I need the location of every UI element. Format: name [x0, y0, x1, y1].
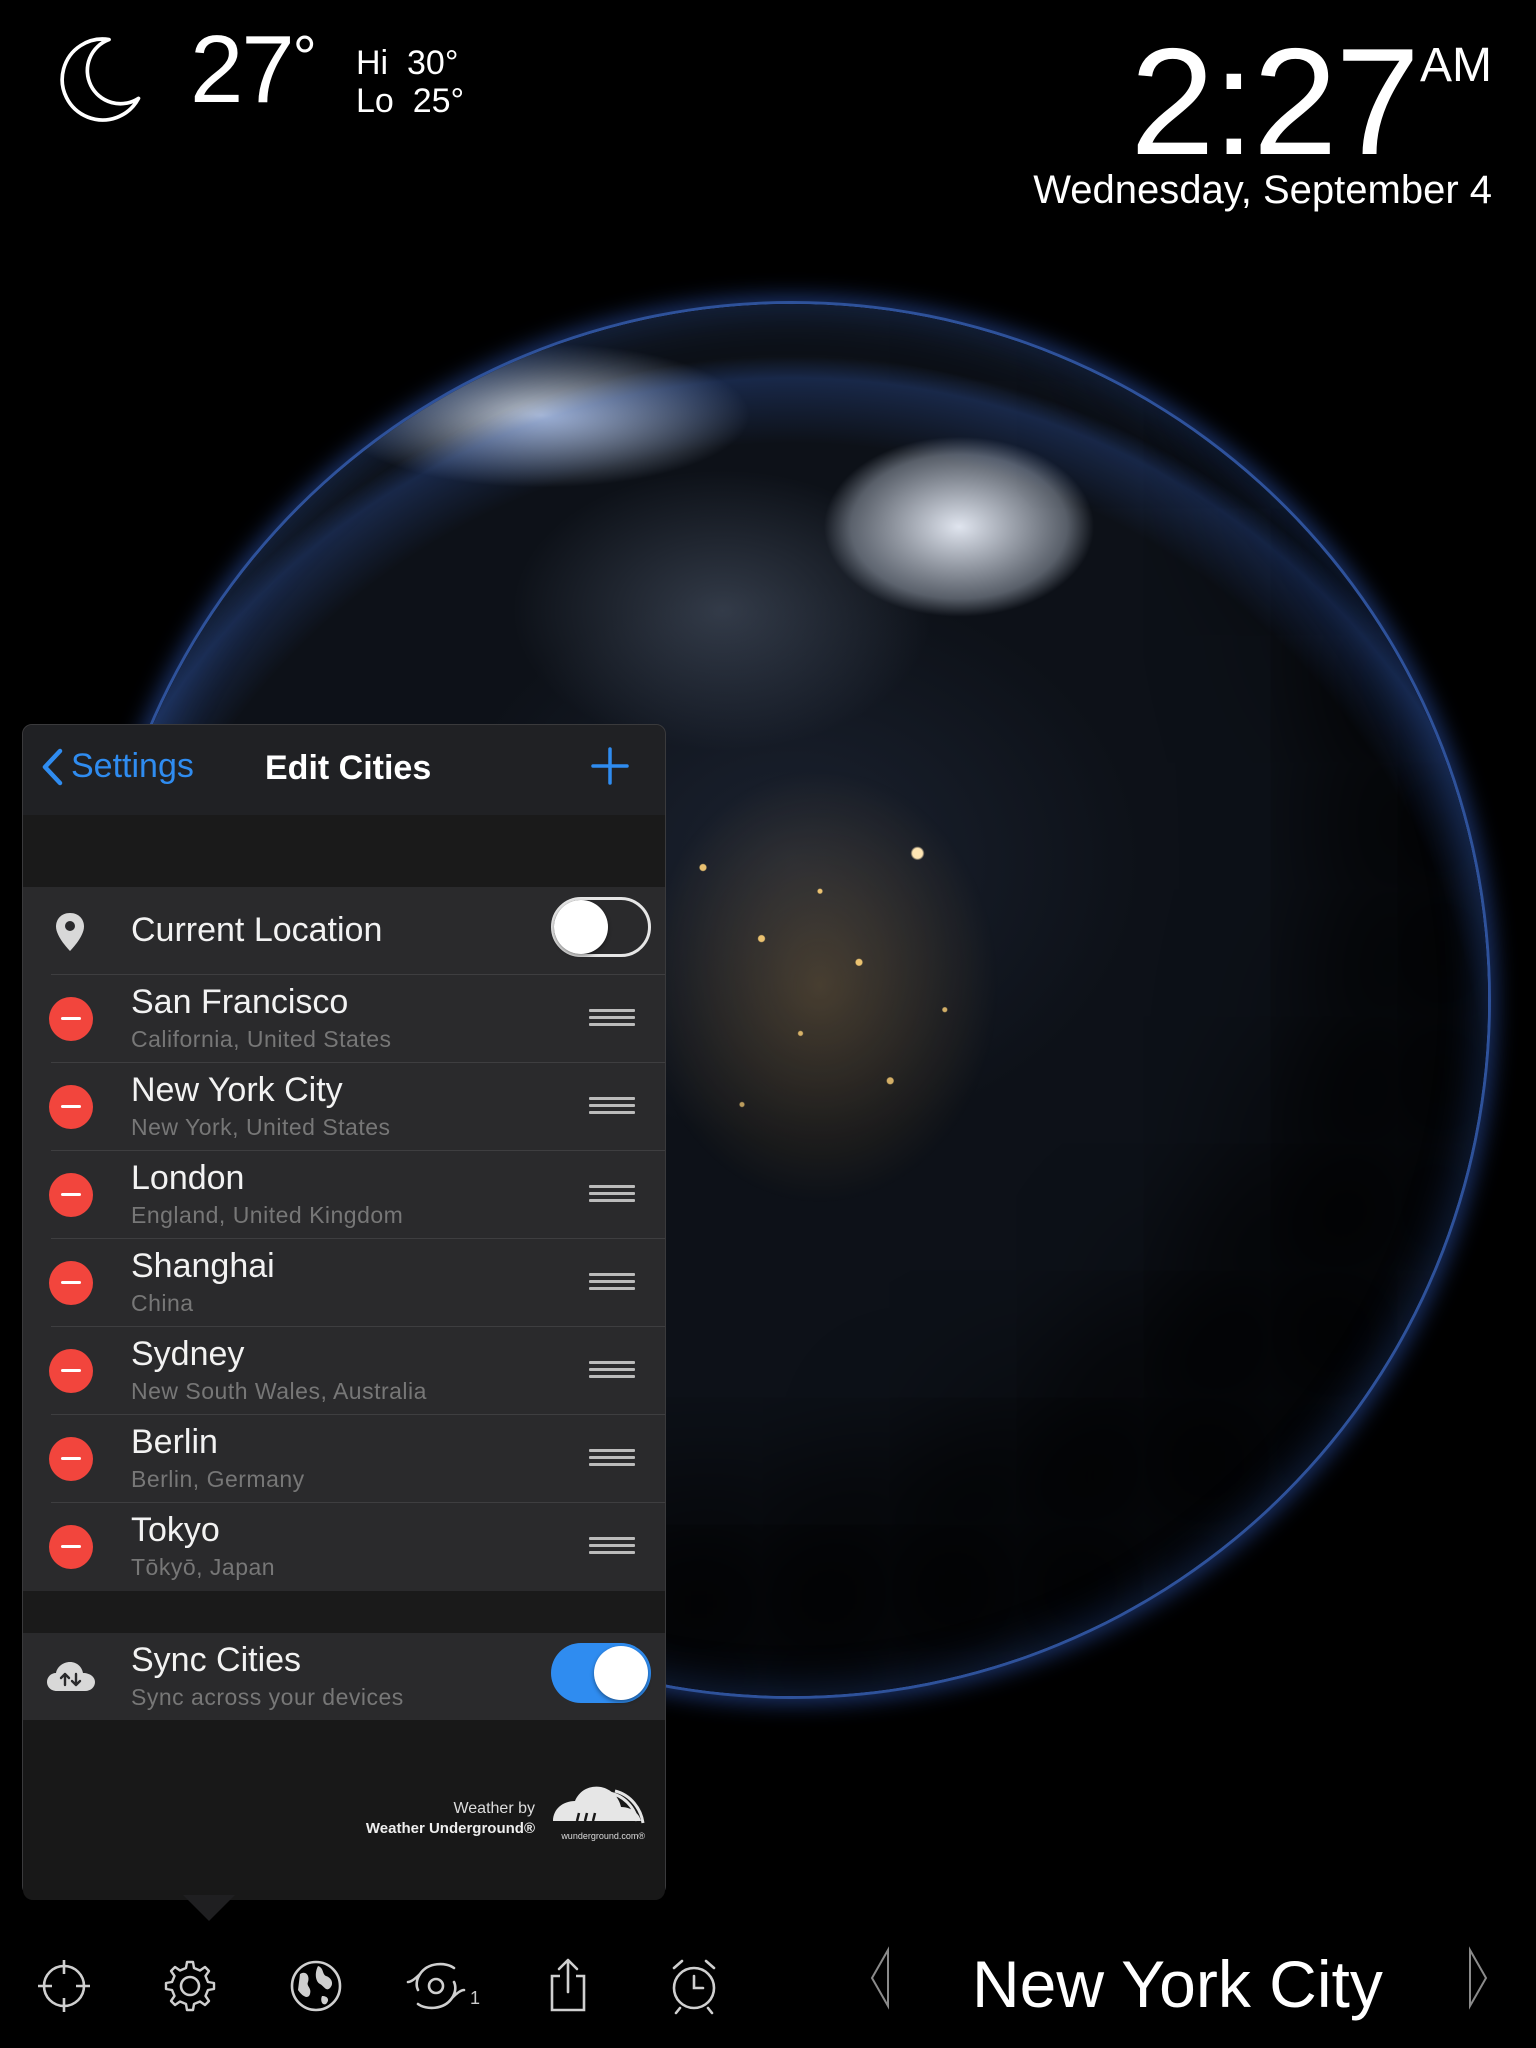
degree-symbol: °	[292, 24, 317, 91]
city-name: London	[131, 1159, 245, 1197]
lo-value: 25°	[412, 82, 465, 120]
crescent-moon-icon	[60, 37, 141, 122]
previous-city-chevron-icon[interactable]	[866, 1946, 894, 2010]
edit-cities-popover: Settings Edit Cities Current Location Sa…	[22, 724, 666, 1921]
credit-line2: Weather Underground®	[365, 1820, 535, 1837]
section-spacer	[23, 1591, 665, 1633]
city-row[interactable]: London England, United Kingdom	[23, 1151, 665, 1239]
clock-ampm: AM	[1420, 39, 1492, 92]
city-row[interactable]: Berlin Berlin, Germany	[23, 1415, 665, 1503]
delete-city-button[interactable]	[49, 1437, 93, 1481]
credit-line1: Weather by	[453, 1800, 535, 1817]
clock-date: Wednesday, September 4	[1033, 168, 1492, 212]
city-region: England, United Kingdom	[131, 1202, 404, 1228]
reorder-handle-icon[interactable]	[589, 1537, 635, 1557]
logo-caption: wunderground.com®	[561, 1831, 645, 1841]
share-icon[interactable]	[538, 1956, 598, 2016]
city-region: Tōkyō, Japan	[131, 1554, 276, 1580]
hi-value: 30°	[407, 44, 459, 82]
credit-text: Weather by Weather Underground®	[366, 1799, 535, 1839]
city-name: San Francisco	[131, 983, 349, 1021]
clock-time: 2:27	[1130, 17, 1420, 187]
city-region: California, United States	[131, 1026, 392, 1052]
current-location-row[interactable]: Current Location	[23, 887, 665, 975]
cloud-sync-icon	[47, 1662, 95, 1691]
location-pin-icon	[56, 913, 84, 951]
current-location-label: Current Location	[131, 911, 383, 949]
section-spacer	[23, 815, 665, 887]
reorder-handle-icon[interactable]	[589, 1273, 635, 1293]
city-row[interactable]: Shanghai China	[23, 1239, 665, 1327]
delete-city-button[interactable]	[49, 1085, 93, 1129]
city-region: China	[131, 1290, 194, 1316]
delete-city-button[interactable]	[49, 1349, 93, 1393]
plus-icon[interactable]	[589, 745, 631, 787]
crosshair-icon[interactable]	[34, 1956, 94, 2016]
city-name: New York City	[131, 1071, 343, 1109]
next-city-chevron-icon[interactable]	[1464, 1946, 1492, 2010]
city-name: Shanghai	[131, 1247, 275, 1285]
reorder-handle-icon[interactable]	[589, 1361, 635, 1381]
current-city-name[interactable]: New York City	[972, 1946, 1383, 2022]
delete-city-button[interactable]	[49, 1261, 93, 1305]
wunderground-logo: wunderground.com®	[549, 1779, 645, 1841]
lo-label: Lo	[356, 82, 394, 120]
delete-city-button[interactable]	[49, 997, 93, 1041]
city-region: New South Wales, Australia	[131, 1378, 427, 1404]
delete-city-button[interactable]	[49, 1173, 93, 1217]
city-lights	[624, 749, 1015, 1223]
city-name: Berlin	[131, 1423, 218, 1461]
current-location-toggle[interactable]	[551, 897, 651, 957]
popover-arrow	[183, 1895, 235, 1921]
toggle-knob	[554, 900, 608, 954]
reorder-handle-icon[interactable]	[589, 1185, 635, 1205]
back-label: Settings	[71, 747, 194, 785]
temperature-value: 27	[190, 16, 295, 123]
reorder-handle-icon[interactable]	[589, 1449, 635, 1469]
nav-title: Edit Cities	[265, 749, 432, 787]
weather-underground-credit[interactable]: Weather by Weather Underground® wundergr…	[366, 1779, 645, 1841]
hurricane-count-badge: 1	[470, 1988, 481, 2008]
city-row[interactable]: San Francisco California, United States	[23, 975, 665, 1063]
city-region: Berlin, Germany	[131, 1466, 305, 1492]
toggle-knob	[594, 1646, 648, 1700]
sync-sublabel: Sync across your devices	[131, 1684, 404, 1710]
hurricane-icon[interactable]	[406, 1956, 466, 2016]
chevron-left-icon	[42, 748, 63, 785]
wunderground-logo-icon	[553, 1786, 645, 1824]
hi-label: Hi	[356, 44, 389, 82]
current-temperature: 27°	[190, 22, 317, 118]
city-row[interactable]: Sydney New South Wales, Australia	[23, 1327, 665, 1415]
city-row[interactable]: Tokyo Tōkyō, Japan	[23, 1503, 665, 1591]
reorder-handle-icon[interactable]	[589, 1097, 635, 1117]
city-name: Sydney	[131, 1335, 245, 1373]
city-region: New York, United States	[131, 1114, 391, 1140]
sync-cities-row[interactable]: Sync Cities Sync across your devices	[23, 1633, 665, 1721]
hi-lo-temperatures: Hi 30° Lo 25°	[356, 44, 464, 120]
gear-icon[interactable]	[160, 1956, 220, 2016]
reorder-handle-icon[interactable]	[589, 1009, 635, 1029]
nav-bar: Settings Edit Cities	[23, 725, 665, 815]
city-name: Tokyo	[131, 1511, 220, 1549]
alarm-clock-icon[interactable]	[664, 1956, 724, 2016]
sync-label: Sync Cities	[131, 1641, 302, 1679]
globe-icon[interactable]	[286, 1956, 346, 2016]
sync-cities-toggle[interactable]	[551, 1643, 651, 1703]
city-row[interactable]: New York City New York, United States	[23, 1063, 665, 1151]
settings-back-button[interactable]: Settings	[41, 747, 194, 786]
delete-city-button[interactable]	[49, 1525, 93, 1569]
